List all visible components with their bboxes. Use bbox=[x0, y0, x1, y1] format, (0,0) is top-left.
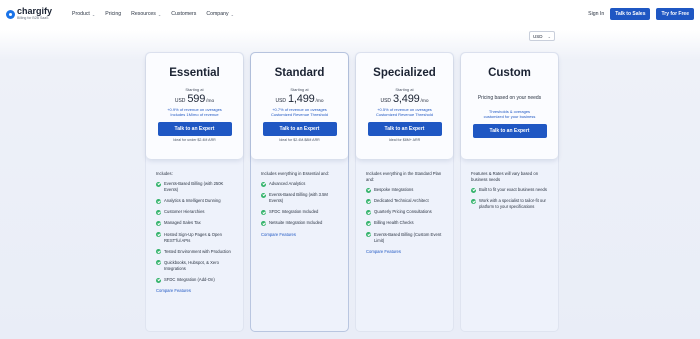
list-item: SFDC Integration (Add-On) bbox=[156, 277, 238, 283]
check-icon bbox=[156, 277, 161, 283]
compare-features-link[interactable]: Compare Features bbox=[261, 232, 343, 237]
overage-note: +0.9% of revenue on overages Includes 1M… bbox=[167, 107, 222, 118]
starting-label: Starting at bbox=[290, 87, 309, 92]
menu-item-pricing[interactable]: Pricing bbox=[105, 11, 121, 17]
logo-icon bbox=[6, 9, 15, 19]
check-icon bbox=[261, 209, 266, 215]
plan-subtitle: Pricing based on your needs bbox=[477, 95, 542, 101]
check-icon bbox=[261, 220, 266, 226]
feature-list: Features & Rates will vary based on busi… bbox=[471, 171, 553, 215]
list-item: Dedicated Technical Architect bbox=[366, 198, 448, 204]
starting-label: Starting at bbox=[395, 87, 414, 92]
list-item: Work with a specialist to tailor-fit our… bbox=[471, 198, 553, 210]
starting-label: Starting at bbox=[185, 87, 204, 92]
currency-select[interactable]: USD ⌄ bbox=[529, 31, 555, 41]
list-item: Hosted Sign-Up Pages & Open REST’ful API… bbox=[156, 232, 238, 244]
plan-card-essential: Essential Starting at USD 599 /mo +0.9% … bbox=[145, 52, 244, 332]
price: USD 3,499 /mo bbox=[380, 93, 429, 105]
chevron-down-icon: ⌄ bbox=[91, 11, 96, 17]
menu-item-company[interactable]: Company ⌄ bbox=[206, 11, 234, 17]
currency-value: USD bbox=[533, 33, 543, 39]
list-item: Events-Based Billing (Custom Event Limit… bbox=[366, 232, 448, 244]
overage-note: +0.5% of revenue on overages Customized … bbox=[375, 107, 434, 118]
compare-features-link[interactable]: Compare Features bbox=[156, 288, 238, 293]
check-icon bbox=[366, 220, 371, 226]
check-icon bbox=[366, 198, 371, 204]
chevron-down-icon: ⌄ bbox=[547, 33, 551, 39]
plan-summary: Standard Starting at USD 1,499 /mo +0.7%… bbox=[251, 53, 348, 159]
price: USD 1,499 /mo bbox=[275, 93, 324, 105]
brand-tagline: Billing for B2B SaaS bbox=[17, 16, 49, 21]
plan-name: Custom bbox=[488, 67, 531, 79]
list-item: Netsuite Integration Included bbox=[261, 220, 343, 226]
list-item: Billing Health Checks bbox=[366, 220, 448, 226]
talk-to-expert-button[interactable]: Talk to an Expert bbox=[157, 121, 232, 136]
list-item: Quickbooks, Hubspot, & Xero Integrations bbox=[156, 260, 238, 272]
check-icon bbox=[156, 232, 161, 238]
list-item: Events-Based Billing (with 3.5M Events) bbox=[261, 192, 343, 204]
feature-list: Includes everything in Essential and: Ad… bbox=[261, 171, 343, 237]
plan-summary: Custom Pricing based on your needs Thres… bbox=[461, 53, 558, 159]
list-item: Tested Environment with Production bbox=[156, 249, 238, 255]
plan-card-standard: Standard Starting at USD 1,499 /mo +0.7%… bbox=[250, 52, 349, 332]
talk-to-expert-button[interactable]: Talk to an Expert bbox=[262, 121, 337, 136]
talk-to-expert-button[interactable]: Talk to an Expert bbox=[472, 123, 547, 138]
check-icon bbox=[156, 249, 161, 255]
ideal-for: Ideal for $8M+ ARR bbox=[388, 137, 421, 142]
sign-in-link[interactable]: Sign In bbox=[588, 11, 604, 17]
plan-summary: Essential Starting at USD 599 /mo +0.9% … bbox=[146, 53, 243, 159]
check-icon bbox=[156, 198, 161, 204]
list-item: SFDC Integration Included bbox=[261, 209, 343, 215]
plan-name: Standard bbox=[274, 67, 325, 79]
feature-list: Includes everything in the Standard Plan… bbox=[366, 171, 448, 254]
check-icon bbox=[471, 198, 476, 204]
ideal-for: Ideal for under $2.4M ARR bbox=[173, 137, 216, 142]
price: USD 599 /mo bbox=[174, 93, 215, 105]
talk-to-expert-button[interactable]: Talk to an Expert bbox=[367, 121, 442, 136]
plan-name: Essential bbox=[169, 67, 220, 79]
brand-name: chargify bbox=[17, 6, 53, 17]
overage-note: Thresholds & overages customized for you… bbox=[483, 109, 536, 120]
check-icon bbox=[261, 192, 266, 198]
talk-to-sales-button[interactable]: Talk to Sales bbox=[610, 8, 651, 20]
list-item: Managed Sales Tax bbox=[156, 220, 238, 226]
check-icon bbox=[366, 232, 371, 238]
list-item: Analytics & Intelligent Dunning bbox=[156, 198, 238, 204]
list-item: Advanced Analytics bbox=[261, 181, 343, 187]
plan-card-specialized: Specialized Starting at USD 3,499 /mo +0… bbox=[355, 52, 454, 332]
plan-summary: Specialized Starting at USD 3,499 /mo +0… bbox=[356, 53, 453, 159]
check-icon bbox=[261, 181, 266, 187]
list-item: Built to fit your exact business needs bbox=[471, 187, 553, 193]
ideal-for: Ideal for $2.4M-$8M ARR bbox=[279, 137, 320, 142]
try-for-free-button[interactable]: Try for Free bbox=[656, 8, 694, 20]
check-icon bbox=[366, 209, 371, 215]
chevron-down-icon: ⌄ bbox=[230, 11, 234, 17]
list-item: Events-Based Billing (with 250K Events) bbox=[156, 181, 238, 193]
menu-item-customers[interactable]: Customers bbox=[171, 11, 196, 17]
chevron-down-icon: ⌄ bbox=[157, 11, 162, 17]
list-item: Customer Hierarchies bbox=[156, 209, 238, 215]
brand-logo[interactable]: chargify Billing for B2B SaaS bbox=[6, 7, 64, 21]
check-icon bbox=[156, 260, 161, 266]
top-nav: chargify Billing for B2B SaaS Product ⌄ … bbox=[0, 0, 700, 28]
check-icon bbox=[156, 181, 161, 187]
overage-note: +0.7% of revenue on overages Customized … bbox=[270, 107, 329, 118]
check-icon bbox=[156, 209, 161, 215]
check-icon bbox=[156, 220, 161, 226]
plan-card-custom: Custom Pricing based on your needs Thres… bbox=[460, 52, 559, 332]
list-item: Quarterly Pricing Consultations bbox=[366, 209, 448, 215]
feature-list: Includes: Events-Based Billing (with 250… bbox=[156, 171, 238, 293]
menu-item-resources[interactable]: Resources ⌄ bbox=[131, 11, 161, 17]
check-icon bbox=[366, 187, 371, 193]
main-menu: Product ⌄ Pricing Resources ⌄ Customers … bbox=[72, 11, 234, 17]
compare-features-link[interactable]: Compare Features bbox=[366, 249, 448, 254]
plan-name: Specialized bbox=[373, 67, 436, 79]
check-icon bbox=[471, 187, 476, 193]
list-item: Bespoke Integrations bbox=[366, 187, 448, 193]
menu-item-product[interactable]: Product ⌄ bbox=[72, 11, 95, 17]
